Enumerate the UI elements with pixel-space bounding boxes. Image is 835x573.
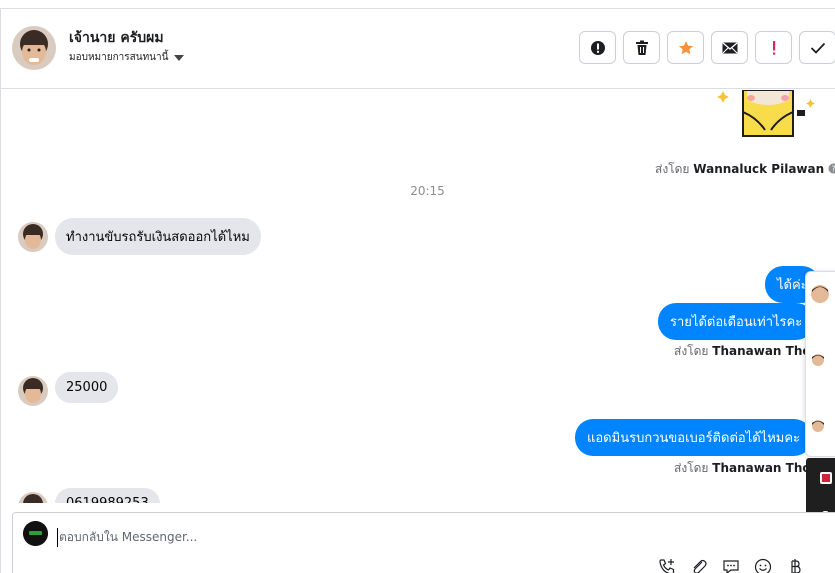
sent-by-label: ส่งโดย Thanawan Thon <box>674 459 819 478</box>
mark-spam-button[interactable] <box>579 31 616 64</box>
sent-by-prefix: ส่งโดย <box>674 344 709 358</box>
mark-done-button[interactable] <box>799 31 835 64</box>
contact-avatar-small[interactable] <box>18 222 48 252</box>
sent-by-prefix: ส่งโดย <box>655 162 690 176</box>
star-button[interactable] <box>667 31 704 64</box>
contact-avatar[interactable] <box>12 26 56 70</box>
sender-name: Thanawan Thon <box>712 344 820 358</box>
outgoing-message[interactable]: แอดมินรบกวนขอเบอร์ติดต่อได้ไหมคะ <box>575 419 813 456</box>
sender-name: Wannaluck Pilawan <box>693 162 825 176</box>
caret-down-icon <box>174 54 185 61</box>
sender-name: Thanawan Thon <box>712 461 820 475</box>
outgoing-message[interactable]: รายได้ต่อเดือนเท่าไรคะ <box>658 303 815 340</box>
mark-unread-button[interactable] <box>711 31 748 64</box>
message-bubble-icon[interactable] <box>721 557 741 573</box>
avatar <box>812 354 824 366</box>
star-icon <box>678 40 693 54</box>
help-circle-icon[interactable]: ? <box>828 163 835 174</box>
header-actions <box>579 31 835 64</box>
incoming-message[interactable]: 25000 <box>55 372 119 403</box>
seen-by-popover <box>805 271 835 457</box>
contact-avatar-small[interactable] <box>18 492 48 503</box>
reply-composer: ตอบกลับใน Messenger... <box>12 512 835 573</box>
assign-label: มอบหมายการสนทนานี้ <box>69 52 169 63</box>
incoming-message[interactable]: ทำงานขับรถรับเงินสดออกได้ไหม <box>55 218 261 255</box>
contact-avatar-small[interactable] <box>18 376 48 406</box>
follow-up-button[interactable] <box>755 31 792 64</box>
avatar <box>811 285 829 303</box>
baht-icon[interactable] <box>785 557 805 573</box>
sent-by-label: ส่งโดย Thanawan Thon <box>674 342 819 361</box>
delete-button[interactable] <box>623 31 660 64</box>
envelope-icon <box>722 42 737 53</box>
assign-conversation-dropdown[interactable]: มอบหมายการสนทนานี้ <box>69 50 185 65</box>
reply-input[interactable]: ตอบกลับใน Messenger... <box>57 528 197 547</box>
exclamation-icon <box>772 40 775 55</box>
sent-by-label: ส่งโดย Wannaluck Pilawan ? <box>655 160 835 179</box>
message-timestamp: 20:15 <box>410 184 445 198</box>
alert-circle-icon <box>590 40 605 55</box>
conversation-header: เจ้านาย ครับผม มอบหมายการสนทนานี้ <box>1 9 835 89</box>
call-add-icon[interactable] <box>657 557 677 573</box>
conversation-panel: เจ้านาย ครับผม มอบหมายการสนทนานี้ ส่งโดย… <box>0 8 835 573</box>
app-icon <box>820 472 832 484</box>
incoming-message[interactable]: 0619989253 <box>55 488 160 503</box>
svg-text:?: ? <box>831 165 835 174</box>
trash-icon <box>635 40 648 55</box>
page-avatar <box>23 521 48 546</box>
contact-name[interactable]: เจ้านาย ครับผม <box>69 27 164 49</box>
composer-tools <box>657 557 805 573</box>
sent-by-prefix: ส่งโดย <box>674 461 709 475</box>
paperclip-icon[interactable] <box>689 557 709 573</box>
avatar <box>812 420 824 432</box>
sticker-image <box>717 90 817 140</box>
smiley-icon[interactable] <box>753 557 773 573</box>
check-icon <box>810 42 825 54</box>
message-thread: ส่งโดย Wannaluck Pilawan ? 20:15 ทำงานขั… <box>1 90 835 503</box>
